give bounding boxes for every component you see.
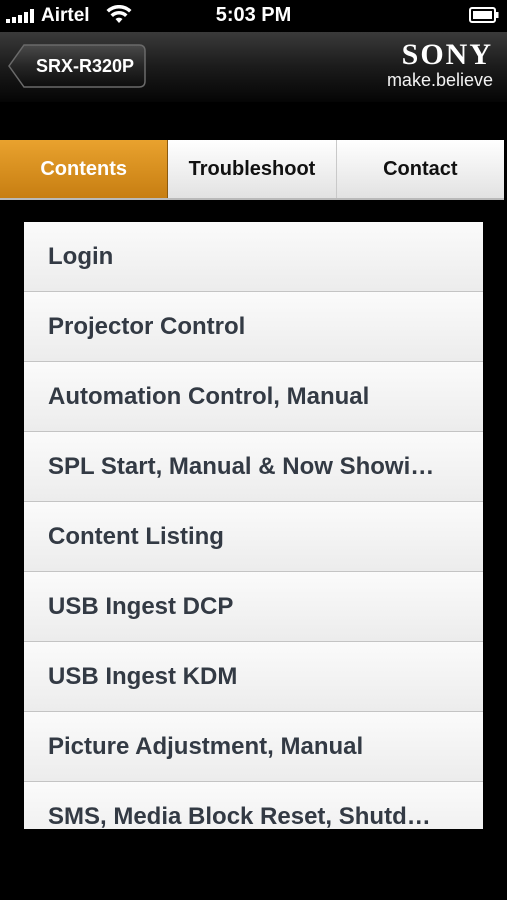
status-bar: Airtel 5:03 PM <box>0 0 507 32</box>
clock: 5:03 PM <box>215 4 292 26</box>
list-item-label: SPL Start, Manual & Now Showi… <box>48 452 435 480</box>
list-item-login[interactable]: Login <box>24 222 483 292</box>
list-item-label: Login <box>48 242 114 270</box>
list-item-label: Content Listing <box>48 522 224 550</box>
list-item-sms-media-block[interactable]: SMS, Media Block Reset, Shutd… <box>24 782 483 829</box>
brand-name: SONY <box>401 38 493 71</box>
tab-contents[interactable]: Contents <box>0 140 169 198</box>
tab-contact[interactable]: Contact <box>336 140 504 198</box>
list-item-usb-ingest-kdm[interactable]: USB Ingest KDM <box>24 642 483 712</box>
list-item-automation-control[interactable]: Automation Control, Manual <box>24 362 483 432</box>
list-item-picture-adjustment[interactable]: Picture Adjustment, Manual <box>24 712 483 782</box>
tab-bar: Contents Troubleshoot Contact <box>0 140 504 200</box>
list-item-usb-ingest-dcp[interactable]: USB Ingest DCP <box>24 572 483 642</box>
list-item-label: SMS, Media Block Reset, Shutd… <box>48 802 431 830</box>
list-item-label: Automation Control, Manual <box>48 382 370 410</box>
contents-list: Login Projector Control Automation Contr… <box>24 222 483 829</box>
brand-logo: SONY make.believe <box>386 38 493 91</box>
list-item-projector-control[interactable]: Projector Control <box>24 292 483 362</box>
list-item-spl-start[interactable]: SPL Start, Manual & Now Showi… <box>24 432 483 502</box>
list-item-label: Projector Control <box>48 312 246 340</box>
list-item-label: USB Ingest KDM <box>48 662 238 690</box>
list-item-content-listing[interactable]: Content Listing <box>24 502 483 572</box>
back-button[interactable]: SRX-R320P <box>8 44 146 88</box>
back-button-label: SRX-R320P <box>35 56 135 76</box>
list-item-label: Picture Adjustment, Manual <box>48 732 364 760</box>
list-item-label: USB Ingest DCP <box>48 592 234 620</box>
battery-icon <box>469 7 499 23</box>
navigation-bar: SRX-R320P SONY make.believe <box>0 32 507 102</box>
app-screen: Airtel 5:03 PM SRX-R320P SONY make.belie… <box>0 0 507 900</box>
brand-tagline: make.believe <box>386 70 493 90</box>
tab-troubleshoot[interactable]: Troubleshoot <box>168 140 337 198</box>
